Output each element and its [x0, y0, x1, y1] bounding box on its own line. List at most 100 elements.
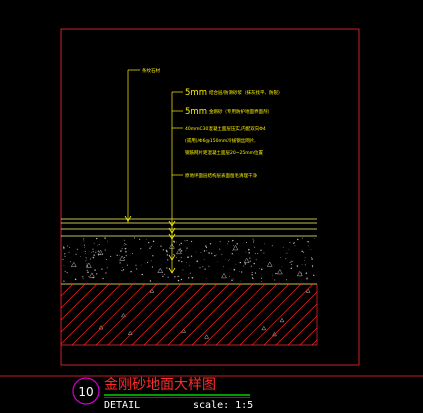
concrete-dot [132, 253, 134, 254]
concrete-dot [118, 254, 120, 256]
concrete-dot [303, 251, 305, 253]
concrete-dot [191, 277, 194, 279]
concrete-dot [147, 261, 149, 264]
concrete-dot [176, 241, 177, 243]
concrete-dot [101, 268, 103, 270]
concrete-dot [245, 241, 248, 244]
concrete-dot [187, 256, 189, 257]
concrete-dot [187, 256, 189, 259]
concrete-dot [208, 265, 210, 267]
concrete-dot [209, 243, 212, 245]
concrete-dot [83, 238, 85, 240]
concrete-dot [162, 249, 164, 251]
concrete-dot [105, 272, 107, 274]
concrete-dot [140, 248, 142, 250]
concrete-dot [75, 253, 77, 255]
concrete-dot [228, 275, 230, 277]
hatch-line [263, 291, 318, 346]
concrete-dot [294, 245, 296, 246]
concrete-dot [244, 263, 247, 265]
concrete-dot [188, 277, 190, 279]
concrete-dot [308, 245, 309, 247]
concrete-dot [235, 263, 237, 265]
concrete-dot [240, 271, 243, 273]
concrete-dot [173, 254, 175, 256]
concrete-dot [88, 275, 89, 277]
hatch-line [311, 339, 318, 346]
concrete-dot [82, 278, 84, 280]
concrete-dot [151, 266, 153, 268]
hatch-line [191, 283, 254, 346]
concrete-dot [95, 251, 97, 253]
aggregate-triangle [119, 255, 126, 261]
concrete-dot [123, 256, 126, 259]
concrete-dot [176, 256, 178, 258]
concrete-dot [136, 268, 138, 270]
concrete-dot [280, 257, 282, 258]
hatch-line [107, 283, 170, 346]
concrete-dot [162, 275, 164, 278]
floor-layer-lines [61, 218, 317, 237]
concrete-dot [305, 272, 308, 274]
concrete-dot [120, 250, 122, 252]
concrete-dot [166, 267, 168, 269]
detail-number: 10 [78, 385, 93, 399]
annotation-5mm-a-text: 结合层/防滑砂浆（抹灰找平、防裂） [209, 89, 283, 96]
concrete-dot [182, 269, 184, 271]
concrete-dot [180, 242, 182, 245]
concrete-dot [232, 239, 234, 242]
concrete-layer [62, 237, 315, 339]
concrete-dot [69, 261, 71, 263]
concrete-dot [286, 252, 288, 254]
hatch-line [95, 283, 158, 346]
concrete-dot [85, 260, 87, 262]
concrete-dot [243, 265, 245, 267]
concrete-dot [185, 249, 187, 251]
concrete-dot [307, 240, 309, 243]
concrete-dot [186, 262, 187, 264]
concrete-dot [253, 241, 254, 243]
concrete-dot [251, 277, 254, 279]
concrete-dot [64, 255, 66, 257]
concrete-dot [289, 242, 291, 244]
concrete-dot [233, 278, 234, 280]
concrete-dot [196, 260, 198, 262]
concrete-dot [97, 244, 98, 246]
concrete-dot [240, 280, 242, 282]
concrete-dot [271, 245, 273, 247]
concrete-dot [254, 246, 256, 248]
concrete-dot [304, 260, 306, 261]
concrete-dot [166, 250, 168, 253]
concrete-dot [119, 262, 121, 264]
hatch-line [227, 283, 290, 346]
concrete-dot [261, 281, 262, 282]
concrete-dot [185, 240, 187, 242]
concrete-dot [180, 250, 183, 252]
concrete-dot [204, 268, 206, 270]
concrete-dot [179, 248, 181, 250]
concrete-dot [260, 268, 263, 271]
concrete-dot [121, 267, 123, 268]
concrete-dot [257, 253, 259, 254]
annotation-40mm-line2: (或用)/Φ6@150mm冷拔钢丝网片, [185, 137, 256, 144]
base-slab [60, 283, 318, 346]
concrete-dot [66, 272, 68, 274]
concrete-dot [64, 253, 66, 255]
hatch-line [155, 283, 218, 346]
concrete-dot [76, 248, 78, 250]
concrete-dot [135, 264, 137, 266]
concrete-dot [177, 275, 179, 277]
hatch-line [203, 283, 266, 346]
concrete-dot [174, 276, 176, 278]
concrete-dot [86, 263, 88, 265]
concrete-dot [164, 273, 166, 275]
concrete-dot [145, 238, 147, 240]
hatch-line [275, 303, 318, 346]
aggregate-triangle [221, 272, 227, 279]
concrete-dot [206, 250, 207, 252]
concrete-dot [104, 249, 106, 251]
concrete-dot [141, 273, 144, 276]
aggregate-triangle [176, 248, 182, 255]
concrete-dot [274, 279, 276, 281]
hatch-line [60, 283, 122, 345]
